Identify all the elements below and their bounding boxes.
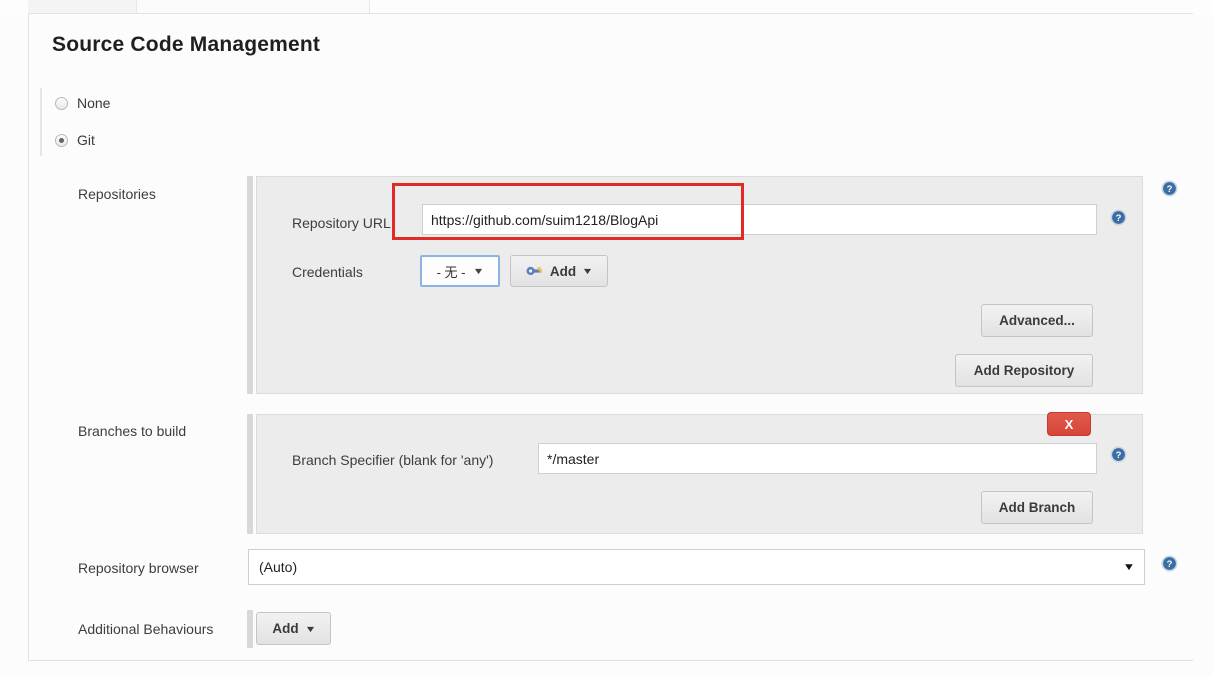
scm-radio-git-label: Git (77, 132, 95, 148)
advanced-button-label: Advanced... (999, 313, 1075, 328)
svg-text:?: ? (1167, 559, 1173, 570)
row-label-additional-behaviours: Additional Behaviours (78, 621, 214, 637)
delete-branch-label: X (1064, 416, 1074, 432)
help-icon-repository-browser[interactable]: ? (1161, 555, 1178, 572)
add-credentials-button[interactable]: Add ▼ (510, 255, 608, 287)
chevron-down-icon: ▼ (304, 623, 317, 634)
row-label-repositories: Repositories (78, 186, 156, 202)
help-icon-branch-specifier[interactable]: ? (1110, 446, 1127, 463)
tab-strip (0, 0, 1213, 14)
page-left-rail (28, 14, 29, 661)
chevron-down-icon: ▼ (581, 266, 594, 276)
row-label-repository-browser: Repository browser (78, 560, 199, 576)
help-icon-repository-url[interactable]: ? (1110, 209, 1127, 226)
scm-radio-git[interactable]: Git (55, 129, 95, 151)
tab-current[interactable] (137, 0, 370, 13)
svg-text:?: ? (1116, 213, 1122, 224)
branch-specifier-input[interactable] (538, 443, 1097, 474)
tab-previous[interactable] (28, 0, 137, 13)
row-label-branches-to-build: Branches to build (78, 423, 187, 439)
branches-separator-bar (247, 414, 253, 534)
scm-radio-none-label: None (77, 95, 111, 111)
scm-configuration-page: Source Code Management None Git Reposito… (0, 0, 1213, 677)
add-behaviour-button[interactable]: Add ▼ (256, 612, 331, 645)
page-title: Source Code Management (52, 33, 321, 56)
behaviours-separator-bar (247, 610, 253, 648)
chevron-down-icon: ▼ (1122, 561, 1136, 573)
svg-text:?: ? (1116, 450, 1122, 461)
repository-browser-select[interactable]: (Auto) ▼ (248, 549, 1145, 585)
repository-browser-value: (Auto) (259, 559, 298, 575)
add-repository-button[interactable]: Add Repository (955, 354, 1093, 387)
chevron-down-icon: ▼ (472, 266, 485, 276)
radio-indicator-git[interactable] (55, 133, 68, 147)
credentials-select-value: - 无 - (436, 264, 466, 280)
repositories-separator-bar (247, 176, 253, 394)
scm-type-radio-group: None Git (40, 88, 242, 156)
scm-radio-none[interactable]: None (55, 92, 110, 114)
branch-specifier-label: Branch Specifier (blank for 'any') (292, 452, 494, 468)
repository-url-input[interactable] (422, 204, 1097, 235)
key-icon (526, 266, 542, 276)
repository-url-label: Repository URL (292, 215, 391, 231)
credentials-select[interactable]: - 无 - ▼ (420, 255, 500, 287)
credentials-label: Credentials (292, 264, 363, 280)
add-branch-button-label: Add Branch (998, 500, 1076, 515)
add-branch-button[interactable]: Add Branch (981, 491, 1093, 524)
add-behaviour-button-label: Add (272, 621, 299, 636)
page-bottom-divider (28, 660, 1193, 661)
help-icon-source-code-management[interactable]: ? (1161, 180, 1178, 197)
add-repository-button-label: Add Repository (973, 363, 1075, 378)
radio-indicator-none[interactable] (55, 96, 68, 110)
svg-text:?: ? (1167, 184, 1173, 195)
add-credentials-label: Add (549, 263, 577, 279)
delete-branch-button[interactable]: X (1047, 412, 1091, 436)
tab-seam-divider (28, 13, 1193, 14)
advanced-button[interactable]: Advanced... (981, 304, 1093, 337)
